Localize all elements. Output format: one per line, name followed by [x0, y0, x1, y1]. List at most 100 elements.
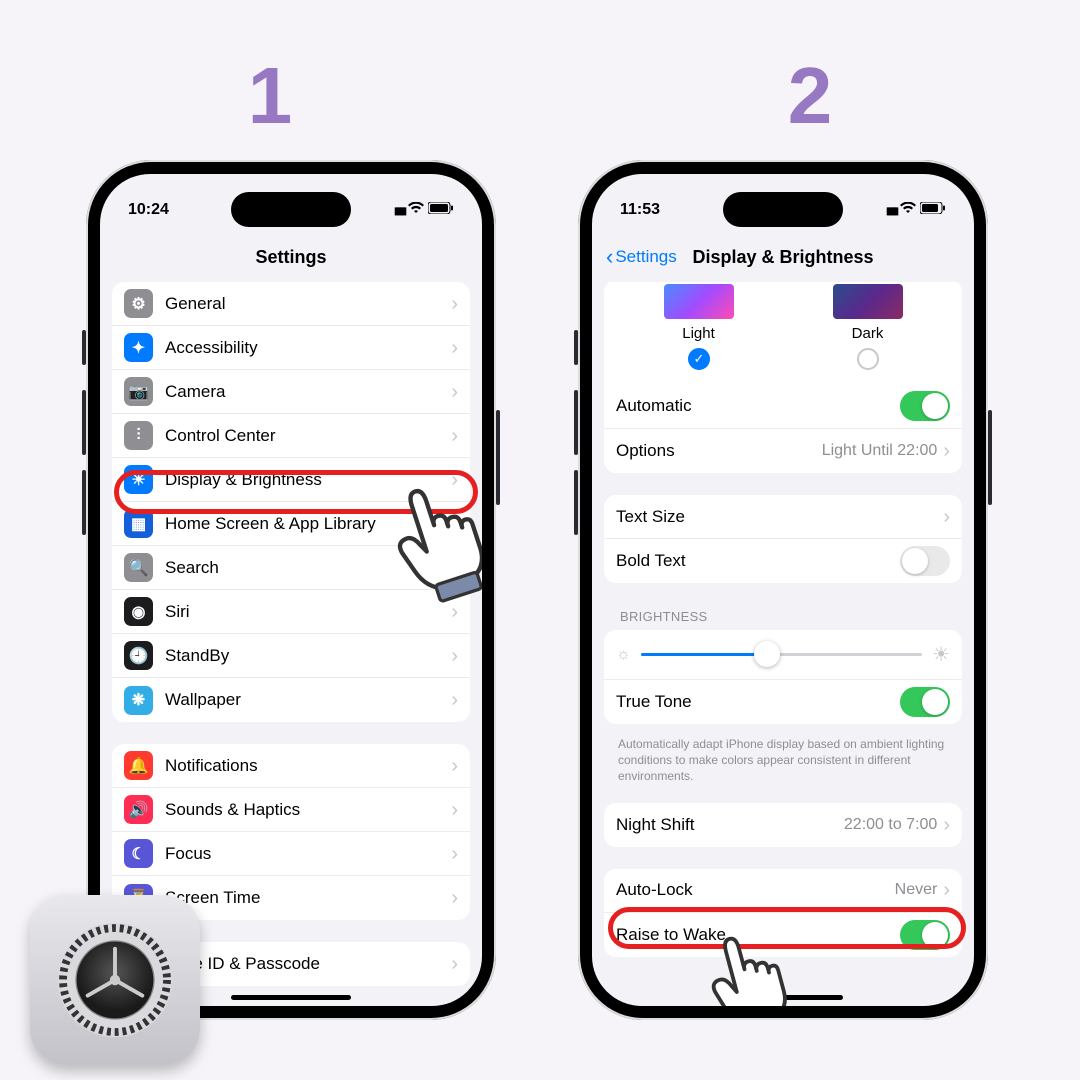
- brightness-slider-row[interactable]: ☼ ☀: [604, 630, 962, 680]
- row-label: Accessibility: [165, 338, 451, 358]
- chevron-left-icon: ‹: [606, 244, 613, 270]
- display-brightness-content[interactable]: Light Dark Automatic Options Light Unti: [592, 282, 974, 1006]
- row-label: Focus: [165, 844, 451, 864]
- row-switches[interactable]: ⫶ Control Center›: [112, 414, 470, 458]
- status-time: 11:53: [620, 201, 660, 219]
- appearance-group: Light Dark Automatic Options Light Unti: [604, 282, 962, 473]
- signal-icon: [886, 201, 896, 218]
- dark-label: Dark: [833, 325, 903, 342]
- sun-small-icon: ☼: [616, 646, 631, 664]
- screen-2: 11:53 ‹ Settings Display & Brightness: [592, 174, 974, 1006]
- row-sounds[interactable]: 🔊 Sounds & Haptics›: [112, 788, 470, 832]
- row-camera[interactable]: 📷 Camera›: [112, 370, 470, 414]
- row-label: Camera: [165, 382, 451, 402]
- chevron-right-icon: ›: [451, 382, 458, 402]
- back-label: Settings: [615, 247, 676, 267]
- text-size-label: Text Size: [616, 507, 943, 527]
- true-tone-row[interactable]: True Tone: [604, 680, 962, 724]
- row-label: Face ID & Passcode: [165, 954, 451, 974]
- focus-icon: ☾: [124, 839, 153, 868]
- status-time: 10:24: [128, 201, 169, 219]
- dynamic-island: [231, 192, 351, 227]
- bold-text-row[interactable]: Bold Text: [604, 539, 962, 583]
- bold-text-label: Bold Text: [616, 551, 900, 571]
- page-title: Display & Brightness: [692, 247, 873, 268]
- true-tone-toggle[interactable]: [900, 687, 950, 717]
- row-label: Screen Time: [165, 888, 451, 908]
- night-shift-detail: 22:00 to 7:00: [844, 816, 937, 834]
- chevron-right-icon: ›: [451, 800, 458, 820]
- auto-lock-row[interactable]: Auto-Lock Never ›: [604, 869, 962, 913]
- chevron-right-icon: ›: [451, 690, 458, 710]
- row-wallpaper[interactable]: ❋Wallpaper›: [112, 678, 470, 722]
- true-tone-footer: Automatically adapt iPhone display based…: [604, 730, 962, 789]
- accessibility-icon: ✦: [124, 333, 153, 362]
- night-shift-row[interactable]: Night Shift 22:00 to 7:00 ›: [604, 803, 962, 847]
- row-label: Wallpaper: [165, 690, 451, 710]
- page-title: Settings: [255, 247, 326, 268]
- chevron-right-icon: ›: [943, 507, 950, 527]
- gear-icon: ⚙: [124, 289, 153, 318]
- notifications-icon: 🔔: [124, 751, 153, 780]
- chevron-right-icon: ›: [451, 294, 458, 314]
- home-apps-icon: ▦: [124, 509, 153, 538]
- sounds-icon: 🔊: [124, 795, 153, 824]
- chevron-right-icon: ›: [451, 756, 458, 776]
- raise-to-wake-toggle[interactable]: [900, 920, 950, 950]
- dynamic-island: [723, 192, 843, 227]
- automatic-label: Automatic: [616, 396, 900, 416]
- row-gear[interactable]: ⚙General›: [112, 282, 470, 326]
- back-button[interactable]: ‹ Settings: [606, 244, 677, 270]
- auto-lock-detail: Never: [895, 881, 938, 899]
- dark-preview: [833, 284, 903, 319]
- row-standby[interactable]: 🕘StandBy›: [112, 634, 470, 678]
- appearance-light[interactable]: Light: [664, 284, 734, 374]
- search-icon: 🔍: [124, 553, 153, 582]
- options-label: Options: [616, 441, 822, 461]
- row-accessibility[interactable]: ✦ Accessibility›: [112, 326, 470, 370]
- iphone-frame-2: 11:53 ‹ Settings Display & Brightness: [578, 160, 988, 1020]
- text-size-row[interactable]: Text Size ›: [604, 495, 962, 539]
- chevron-right-icon: ›: [943, 441, 950, 461]
- dark-radio[interactable]: [857, 348, 879, 370]
- brightness-group: ☼ ☀ True Tone: [604, 630, 962, 724]
- row-label: Control Center: [165, 426, 451, 446]
- battery-icon: [428, 201, 454, 218]
- hand-cursor-2: [697, 919, 792, 1006]
- standby-icon: 🕘: [124, 641, 153, 670]
- nav-header: Settings: [100, 232, 482, 282]
- siri-icon: ◉: [124, 597, 153, 626]
- options-row[interactable]: Options Light Until 22:00 ›: [604, 429, 962, 473]
- chevron-right-icon: ›: [451, 338, 458, 358]
- chevron-right-icon: ›: [451, 646, 458, 666]
- iphone-frame-1: 10:24 Settings ⚙General›✦Accessibility›📷…: [86, 160, 496, 1020]
- light-radio[interactable]: [688, 348, 710, 370]
- camera-icon: 📷: [124, 377, 153, 406]
- chevron-right-icon: ›: [451, 888, 458, 908]
- switches-icon: ⫶: [124, 421, 153, 450]
- signal-icon: [394, 201, 404, 218]
- text-group: Text Size › Bold Text: [604, 495, 962, 583]
- auto-lock-label: Auto-Lock: [616, 880, 895, 900]
- automatic-toggle[interactable]: [900, 391, 950, 421]
- battery-icon: [920, 201, 946, 218]
- true-tone-label: True Tone: [616, 692, 900, 712]
- automatic-row[interactable]: Automatic: [604, 384, 962, 429]
- status-icons: [886, 201, 946, 218]
- night-shift-group: Night Shift 22:00 to 7:00 ›: [604, 803, 962, 847]
- wifi-icon: [408, 201, 424, 218]
- row-focus[interactable]: ☾Focus›: [112, 832, 470, 876]
- light-label: Light: [664, 325, 734, 342]
- row-label: Sounds & Haptics: [165, 800, 451, 820]
- sun-large-icon: ☀: [932, 642, 950, 667]
- home-indicator[interactable]: [231, 995, 351, 1000]
- status-icons: [394, 201, 454, 218]
- light-preview: [664, 284, 734, 319]
- bold-text-toggle[interactable]: [900, 546, 950, 576]
- appearance-dark[interactable]: Dark: [833, 284, 903, 374]
- chevron-right-icon: ›: [451, 954, 458, 974]
- options-detail: Light Until 22:00: [822, 442, 938, 460]
- chevron-right-icon: ›: [451, 426, 458, 446]
- row-notifications[interactable]: 🔔Notifications›: [112, 744, 470, 788]
- brightness-slider[interactable]: [641, 653, 922, 656]
